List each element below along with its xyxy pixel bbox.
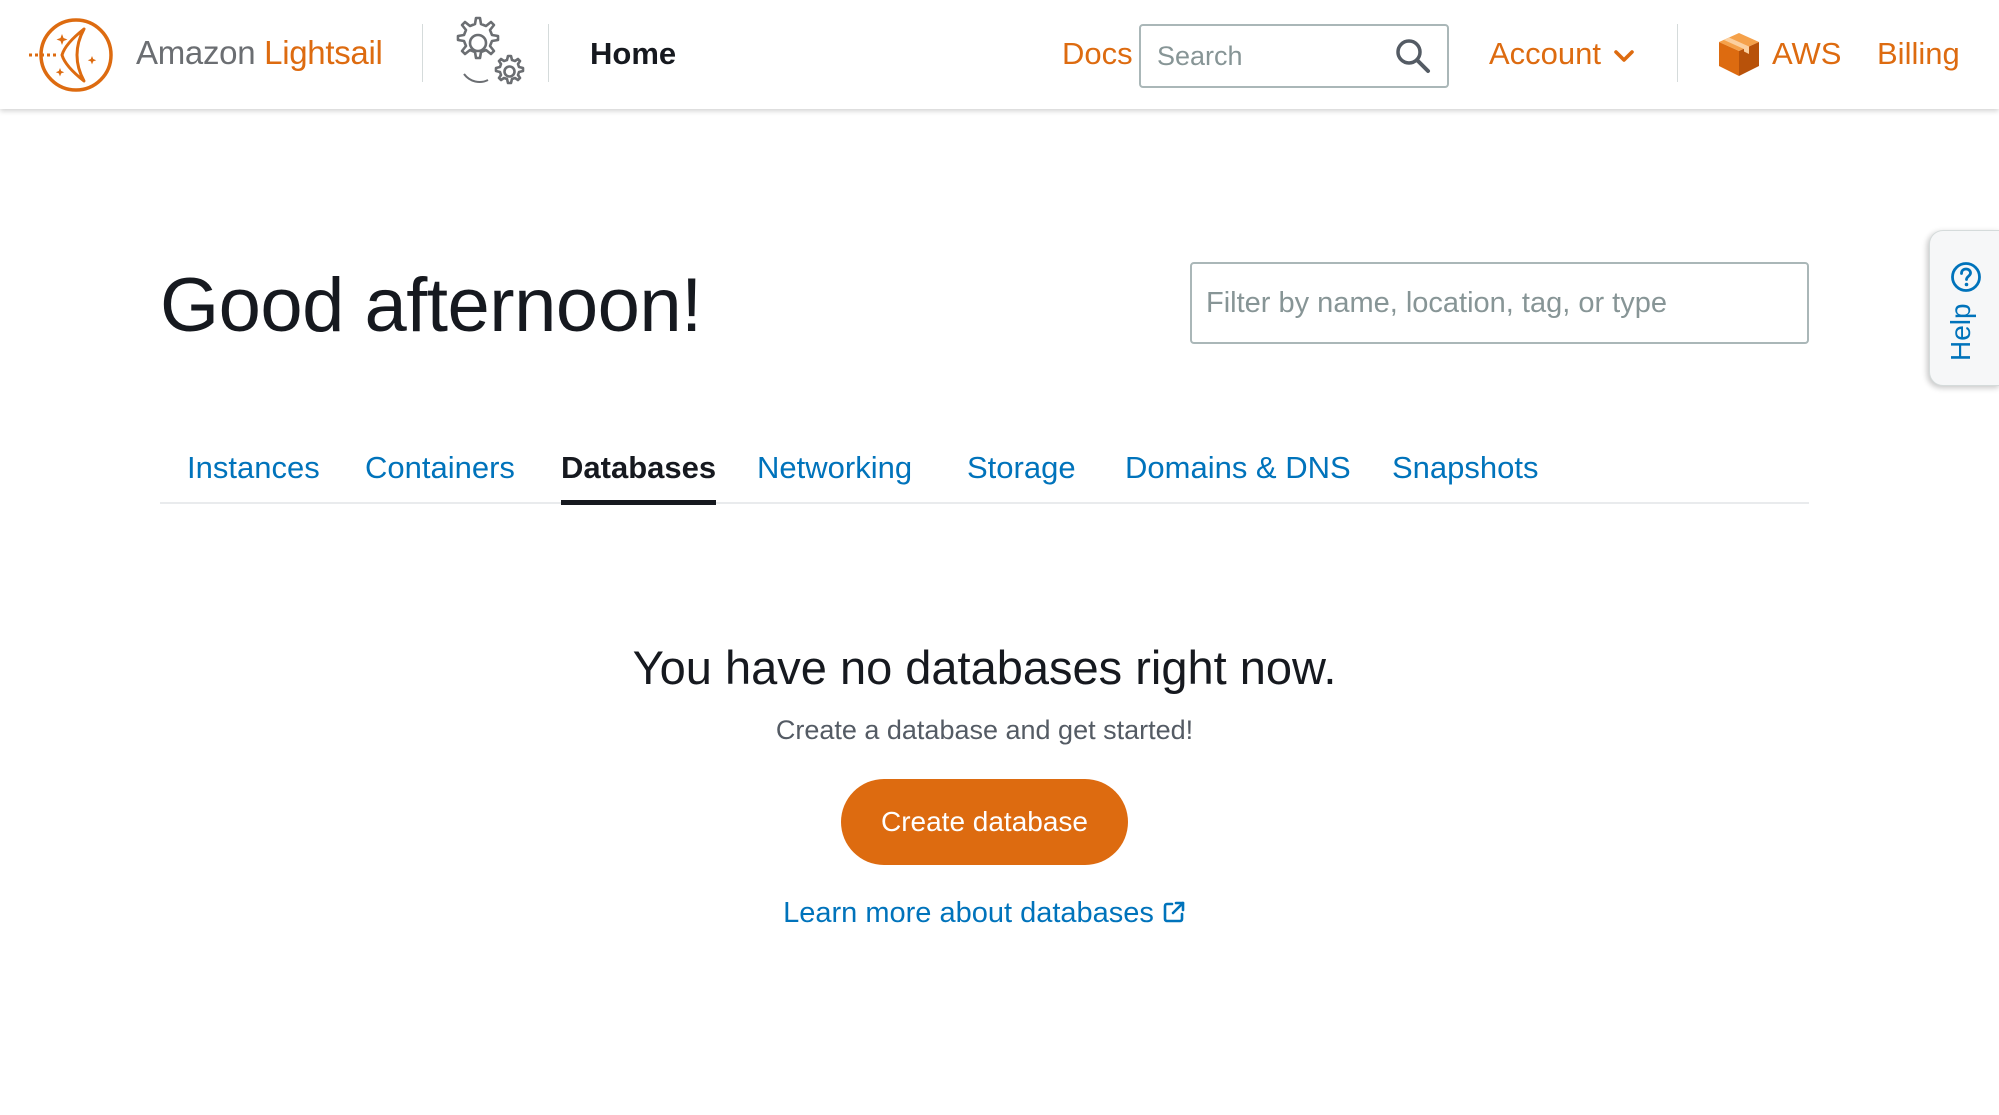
brand-amazon-text: Amazon xyxy=(136,34,256,71)
chevron-down-icon xyxy=(1614,50,1634,62)
resource-tabs: Instances Containers Databases Networkin… xyxy=(160,440,1809,505)
aws-cube-icon xyxy=(1719,33,1759,76)
greeting-heading: Good afternoon! xyxy=(160,263,702,348)
search-input[interactable] xyxy=(1155,34,1395,78)
resource-filter-input[interactable] xyxy=(1190,262,1809,344)
brand-lightsail-text: Lightsail xyxy=(264,34,383,71)
create-database-button[interactable]: Create database xyxy=(841,779,1128,865)
help-label: Help xyxy=(1945,303,1976,361)
account-menu[interactable]: Account xyxy=(1489,36,1635,72)
aws-console-link[interactable]: AWS xyxy=(1716,30,1841,78)
top-navigation-bar: Amazon Lightsail Home Docs Account xyxy=(0,0,1999,109)
docs-link[interactable]: Docs xyxy=(1062,36,1133,72)
external-link-icon xyxy=(1163,901,1185,923)
header-divider xyxy=(548,24,549,82)
help-question-icon xyxy=(1951,262,1981,292)
empty-state-subtitle: Create a database and get started! xyxy=(775,715,1194,745)
search-icon[interactable] xyxy=(1393,36,1433,76)
header-divider xyxy=(422,24,423,82)
brand-name[interactable]: Amazon Lightsail xyxy=(136,34,383,72)
search-box xyxy=(1139,24,1449,88)
help-panel-tab[interactable]: Help xyxy=(1929,230,1999,386)
empty-state-title: You have no databases right now. xyxy=(632,641,1337,694)
billing-link[interactable]: Billing xyxy=(1877,36,1960,72)
tab-instances[interactable]: Instances xyxy=(187,450,320,500)
tab-domains-dns[interactable]: Domains & DNS xyxy=(1125,450,1351,500)
tab-databases[interactable]: Databases xyxy=(561,450,717,505)
learn-more-databases-link[interactable]: Learn more about databases xyxy=(0,897,1969,930)
settings-gears-icon[interactable] xyxy=(444,12,528,94)
header-divider xyxy=(1677,24,1678,82)
tab-snapshots[interactable]: Snapshots xyxy=(1392,450,1539,500)
tab-networking[interactable]: Networking xyxy=(757,450,912,500)
lightsail-logo-icon[interactable] xyxy=(26,16,118,94)
learn-more-label: Learn more about databases xyxy=(783,897,1154,929)
tab-containers[interactable]: Containers xyxy=(365,450,515,500)
aws-label: AWS xyxy=(1772,36,1842,71)
account-label: Account xyxy=(1489,36,1602,71)
tab-storage[interactable]: Storage xyxy=(967,450,1076,500)
page-title: Home xyxy=(590,36,677,71)
